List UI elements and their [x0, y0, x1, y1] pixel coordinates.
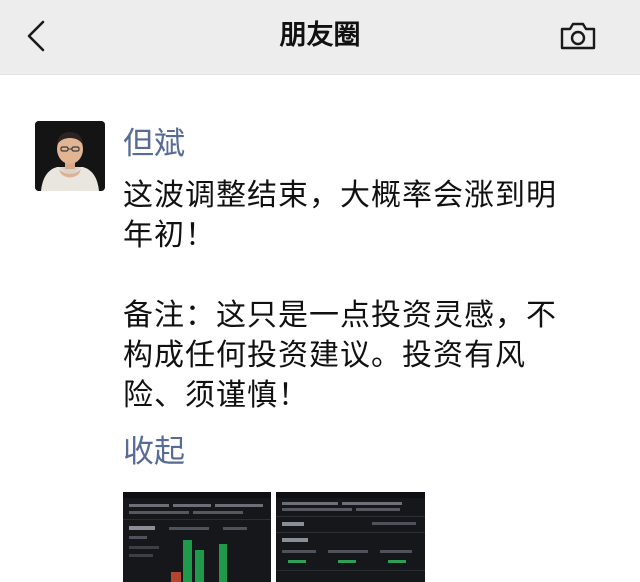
screenshot-thumbnail-2-graphic: [276, 492, 425, 582]
page-title: 朋友圈: [279, 20, 361, 51]
avatar[interactable]: [35, 121, 105, 191]
nav-bar: 朋友圈: [0, 0, 640, 75]
camera-icon: [560, 22, 596, 50]
screenshot-thumbnail-1[interactable]: [123, 492, 271, 582]
post-text: 这波调整结束，大概率会涨到明 年初！ 备注：这只是一点投资灵感，不 构成任何投资…: [123, 178, 557, 413]
back-button[interactable]: [16, 14, 56, 58]
author-name[interactable]: 但斌: [123, 124, 185, 164]
screenshot-thumbnail-1-graphic: [123, 492, 271, 582]
screenshot-thumbnail-2[interactable]: [276, 492, 425, 582]
avatar-photo: [35, 121, 105, 191]
collapse-link[interactable]: 收起: [123, 432, 185, 472]
chevron-left-icon: [27, 20, 45, 52]
camera-button[interactable]: [554, 14, 602, 58]
